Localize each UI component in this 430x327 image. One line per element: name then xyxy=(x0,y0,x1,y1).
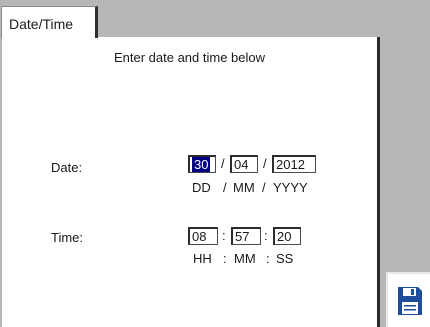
floppy-disk-icon xyxy=(398,287,422,315)
time-format-minutes: MM xyxy=(234,251,256,266)
time-separator: : xyxy=(222,228,226,243)
time-seconds-value: 20 xyxy=(277,229,292,244)
date-year-value: 2012 xyxy=(276,157,305,172)
date-format-year: YYYY xyxy=(273,180,308,195)
date-format-day: DD xyxy=(192,180,211,195)
time-format-seconds: SS xyxy=(276,251,294,266)
date-day-value: 30 xyxy=(192,157,211,172)
panel-instructions: Enter date and time below xyxy=(113,50,266,65)
date-separator: / xyxy=(221,156,225,171)
time-hours-value: 08 xyxy=(192,229,207,244)
time-minutes-value: 57 xyxy=(235,229,250,244)
date-time-panel: Enter date and time below Date: 30 / 04 … xyxy=(2,37,380,327)
date-format-month: MM xyxy=(233,180,255,195)
tab-date-time[interactable]: Date/Time xyxy=(1,6,98,38)
time-minutes-field[interactable]: 57 xyxy=(231,227,261,245)
time-format-separator: : xyxy=(223,251,227,266)
date-label: Date: xyxy=(51,160,83,175)
time-label: Time: xyxy=(51,230,84,245)
date-month-field[interactable]: 04 xyxy=(230,155,258,173)
time-hours-field[interactable]: 08 xyxy=(188,227,218,245)
time-separator: : xyxy=(264,228,268,243)
save-button[interactable] xyxy=(386,272,430,327)
date-year-field[interactable]: 2012 xyxy=(272,155,316,173)
time-format-hours: HH xyxy=(193,251,212,266)
tab-date-time-label: Date/Time xyxy=(9,16,74,32)
date-separator: / xyxy=(263,156,267,171)
date-month-value: 04 xyxy=(234,157,249,172)
time-format-separator: : xyxy=(266,251,270,266)
date-format-separator: / xyxy=(223,180,227,195)
date-day-field[interactable]: 30 xyxy=(188,155,216,173)
time-seconds-field[interactable]: 20 xyxy=(273,227,301,245)
date-format-separator: / xyxy=(262,180,266,195)
